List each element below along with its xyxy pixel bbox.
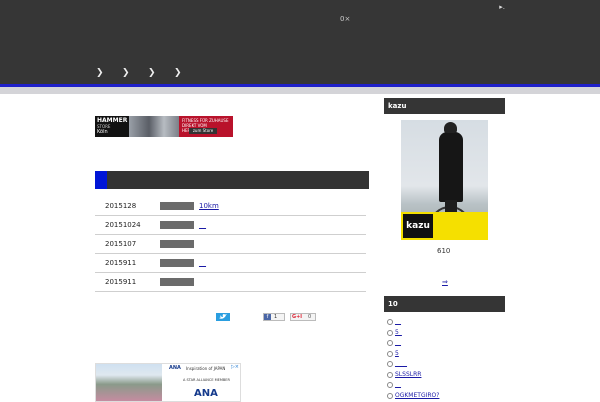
category-tag[interactable]: [160, 259, 194, 267]
gplus-label: G+l: [292, 314, 302, 320]
gplus-button[interactable]: G+l 0: [290, 313, 316, 321]
bullet-icon: [387, 330, 393, 336]
article-link[interactable]: __: [199, 221, 206, 229]
popular-item: ____: [387, 360, 505, 371]
bullet-icon: [387, 372, 393, 378]
popular-link[interactable]: ____: [395, 360, 407, 367]
article-date: 2015128: [105, 202, 136, 210]
popular-link[interactable]: 5: [395, 350, 399, 357]
category-tag[interactable]: [160, 240, 194, 248]
article-list: 2015128 10km 20151024 __ 2015107 2015911…: [95, 197, 366, 292]
banner-ad-ana[interactable]: ANA Inspiration of JAPAN A STAR ALLIANCE…: [95, 363, 241, 402]
header-corner-mark[interactable]: ▸.: [499, 3, 505, 11]
ad-alliance: A STAR ALLIANCE MEMBER: [183, 378, 230, 382]
popular-link[interactable]: __: [395, 381, 401, 388]
popular-item: OGKMETGIRO?: [387, 392, 505, 402]
list-item: 2015911: [95, 273, 366, 292]
site-header: ▸. 0× ❯ ❯ ❯ ❯: [0, 0, 600, 84]
section-header: [95, 171, 369, 189]
bullet-icon: [387, 340, 393, 346]
nav-item-3[interactable]: ❯: [148, 68, 156, 78]
bullet-icon: [387, 351, 393, 357]
article-link[interactable]: __: [199, 259, 206, 267]
popular-item: SLSSLRR: [387, 371, 505, 382]
list-item: 20151024 __: [95, 216, 366, 235]
gplus-count: 0: [308, 314, 311, 320]
section-header-accent: [95, 171, 107, 189]
article-date: 20151024: [105, 221, 141, 229]
popular-list: __ 5_ __ 5 ____ SLSSLRR __ OGKMETGIRO?: [387, 318, 505, 402]
bullet-icon: [387, 393, 393, 399]
tweet-button[interactable]: [216, 313, 230, 321]
popular-link[interactable]: 5_: [395, 329, 402, 336]
ad-airline: ANA: [169, 365, 181, 371]
bullet-icon: [387, 361, 393, 367]
ad-city: Köln: [97, 129, 108, 135]
profile-badge: kazu: [401, 212, 488, 240]
profile-image: kazu: [401, 120, 488, 240]
bullet-icon: [387, 382, 393, 388]
article-date: 2015911: [105, 259, 136, 267]
list-item: 2015107: [95, 235, 366, 254]
category-tag[interactable]: [160, 221, 194, 229]
sidebar-popular-title: 10: [388, 300, 398, 308]
popular-item: __: [387, 318, 505, 329]
bullet-icon: [387, 319, 393, 325]
main-nav: ❯ ❯ ❯ ❯: [0, 63, 600, 84]
facebook-count: 1: [274, 314, 277, 320]
ad-cta-button[interactable]: zum Store: [189, 128, 217, 134]
ad-tagline: Inspiration of JAPAN: [186, 366, 225, 371]
category-tag[interactable]: [160, 202, 194, 210]
popular-item: __: [387, 381, 505, 392]
list-item: 2015911 __: [95, 254, 366, 273]
sidebar-profile-title: kazu: [388, 102, 406, 110]
popular-link[interactable]: __: [395, 339, 401, 346]
header-band: [0, 87, 600, 94]
ad-big-logo: ANA: [194, 388, 218, 399]
article-date: 2015911: [105, 278, 136, 286]
popular-item: 5: [387, 350, 505, 361]
sidebar-popular-header: 10: [384, 296, 505, 312]
facebook-like-button[interactable]: f 1: [263, 313, 285, 321]
category-tag[interactable]: [160, 278, 194, 286]
cyclist-figure: [439, 132, 463, 202]
banner-ad-hammer[interactable]: HAMMER STORE Köln FITNESS FÜR ZUHAUSE DI…: [95, 116, 233, 137]
list-item: 2015128 10km: [95, 197, 366, 216]
ad-close-icon[interactable]: ▷×: [231, 364, 239, 370]
nav-item-2[interactable]: ❯: [122, 68, 130, 78]
article-link[interactable]: 10km: [199, 202, 219, 210]
ad-cta-panel: FITNESS FÜR ZUHAUSE DIREKT VOM HERSTELLE…: [179, 116, 233, 137]
profile-badge-text: kazu: [403, 214, 433, 238]
ad-gym-image: [129, 116, 179, 137]
header-counter: 0×: [340, 15, 350, 23]
popular-item: __: [387, 339, 505, 350]
article-date: 2015107: [105, 240, 136, 248]
twitter-icon: [219, 313, 227, 320]
nav-item-4[interactable]: ❯: [174, 68, 182, 78]
nav-item-1[interactable]: ❯: [96, 68, 104, 78]
cyclist-helmet: [444, 122, 457, 133]
sidebar-profile-header: kazu: [384, 98, 505, 114]
popular-item: 5_: [387, 329, 505, 340]
hammer-logo: HAMMER STORE Köln: [95, 116, 129, 137]
facebook-icon: f: [264, 314, 271, 320]
ad-landscape-image: [96, 364, 162, 401]
profile-number: 610: [437, 247, 450, 255]
popular-link[interactable]: OGKMETGIRO?: [395, 392, 439, 399]
ad-brand: HAMMER: [97, 117, 127, 124]
profile-more-link[interactable]: ⇒: [442, 278, 448, 286]
popular-link[interactable]: SLSSLRR: [395, 371, 421, 378]
popular-link[interactable]: __: [395, 318, 401, 325]
